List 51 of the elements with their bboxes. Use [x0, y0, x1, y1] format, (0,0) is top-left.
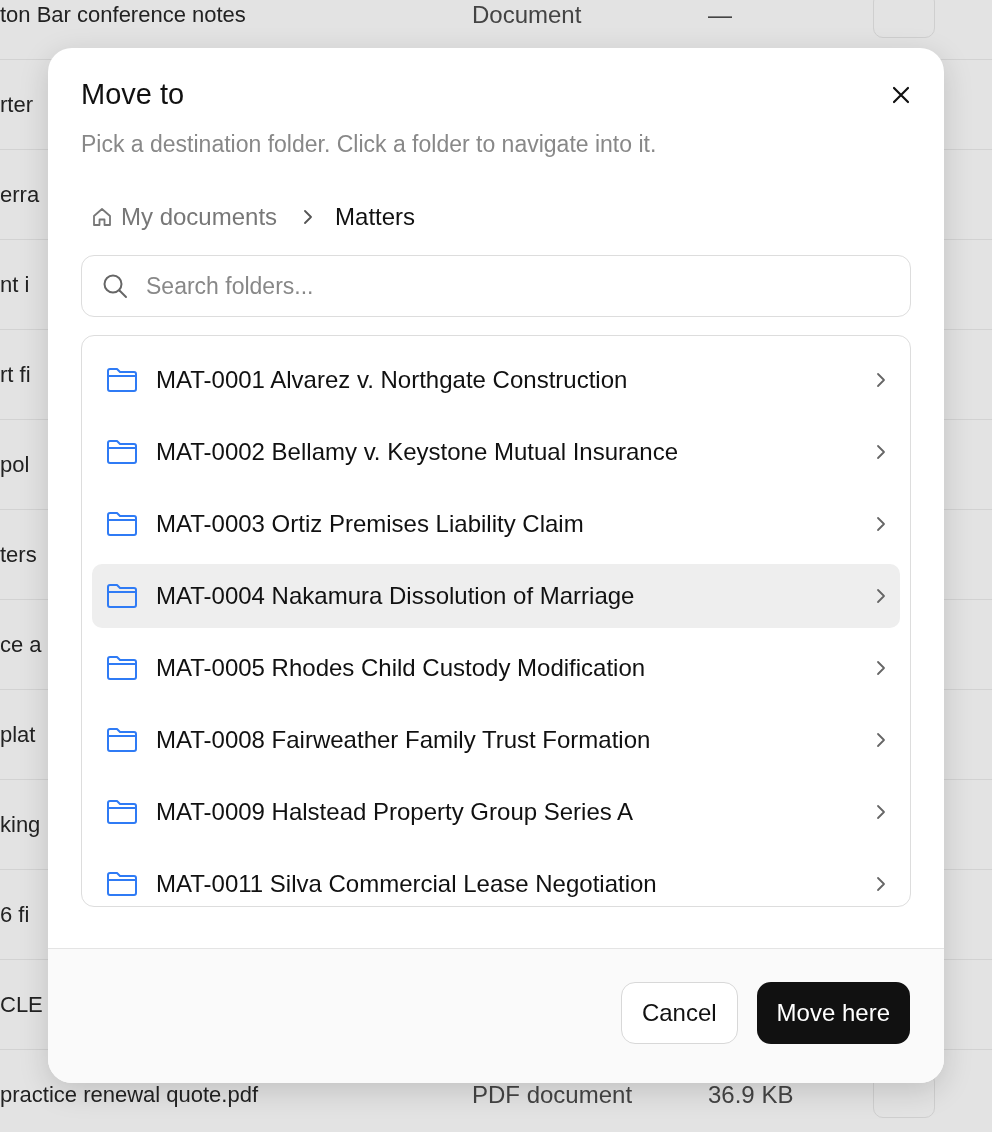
folder-icon	[106, 583, 138, 609]
home-icon	[91, 206, 113, 228]
cancel-button[interactable]: Cancel	[620, 982, 738, 1044]
chevron-icon	[876, 876, 886, 892]
folder-item[interactable]: MAT-0002 Bellamy v. Keystone Mutual Insurance	[92, 420, 900, 484]
search-icon	[101, 272, 129, 300]
dialog-subtitle: Pick a destination folder. Click a folder to navigate into it.	[81, 131, 658, 158]
file-name: 6 fi	[0, 901, 30, 928]
file-name: rt fi	[0, 361, 31, 388]
chevron-icon	[876, 732, 886, 748]
chevron-icon	[876, 516, 886, 532]
folder-item[interactable]: MAT-0003 Ortiz Premises Liability Claim	[92, 492, 900, 556]
file-name: ton Bar conference notes	[0, 1, 246, 28]
file-name: CLE	[0, 991, 43, 1018]
move-here-button[interactable]: Move here	[756, 982, 910, 1044]
file-size: —	[708, 0, 732, 29]
breadcrumb-link[interactable]: Matters	[335, 203, 416, 231]
chevron-icon	[876, 588, 886, 604]
file-type: Document	[472, 0, 582, 29]
chevron-icon	[876, 444, 886, 460]
chevron-icon	[876, 372, 886, 388]
search-field[interactable]: Search folders...	[81, 255, 911, 317]
folder-icon	[106, 439, 138, 465]
folder-item[interactable]: MAT-0011 Silva Commercial Lease Negotiation	[92, 852, 900, 906]
file-name: king	[0, 811, 41, 838]
folder-icon	[106, 655, 138, 681]
file-name: ce a	[0, 631, 42, 658]
chevron-icon	[303, 210, 314, 224]
file-name: rter	[0, 91, 33, 118]
file-size: 36.9 KB	[708, 1080, 794, 1109]
chevron-icon	[876, 804, 886, 820]
folder-icon	[106, 799, 138, 825]
folder-icon	[106, 727, 138, 753]
dialog-title: Move to	[81, 78, 185, 111]
file-name: pol	[0, 451, 30, 478]
chevron-icon	[876, 660, 886, 676]
file-name: plat	[0, 721, 36, 748]
file-name: erra	[0, 181, 40, 208]
folder-item[interactable]: MAT-0009 Halstead Property Group Series A	[92, 780, 900, 844]
file-name: nt i	[0, 271, 30, 298]
breadcrumb-link[interactable]: My documents	[121, 203, 278, 231]
folder-icon	[106, 367, 138, 393]
folder-item[interactable]: MAT-0001 Alvarez v. Northgate Construction	[92, 348, 900, 412]
folder-item[interactable]: MAT-0008 Fairweather Family Trust Formation	[92, 708, 900, 772]
file-type: PDF document	[472, 1080, 633, 1109]
folder-icon	[106, 511, 138, 537]
file-name: ters	[0, 541, 37, 568]
folder-item[interactable]: MAT-0004 Nakamura Dissolution of Marriage	[92, 564, 900, 628]
file-name: practice renewal quote.pdf	[0, 1081, 259, 1108]
folder-icon	[106, 871, 138, 897]
folder-item[interactable]: MAT-0005 Rhodes Child Custody Modification	[92, 636, 900, 700]
